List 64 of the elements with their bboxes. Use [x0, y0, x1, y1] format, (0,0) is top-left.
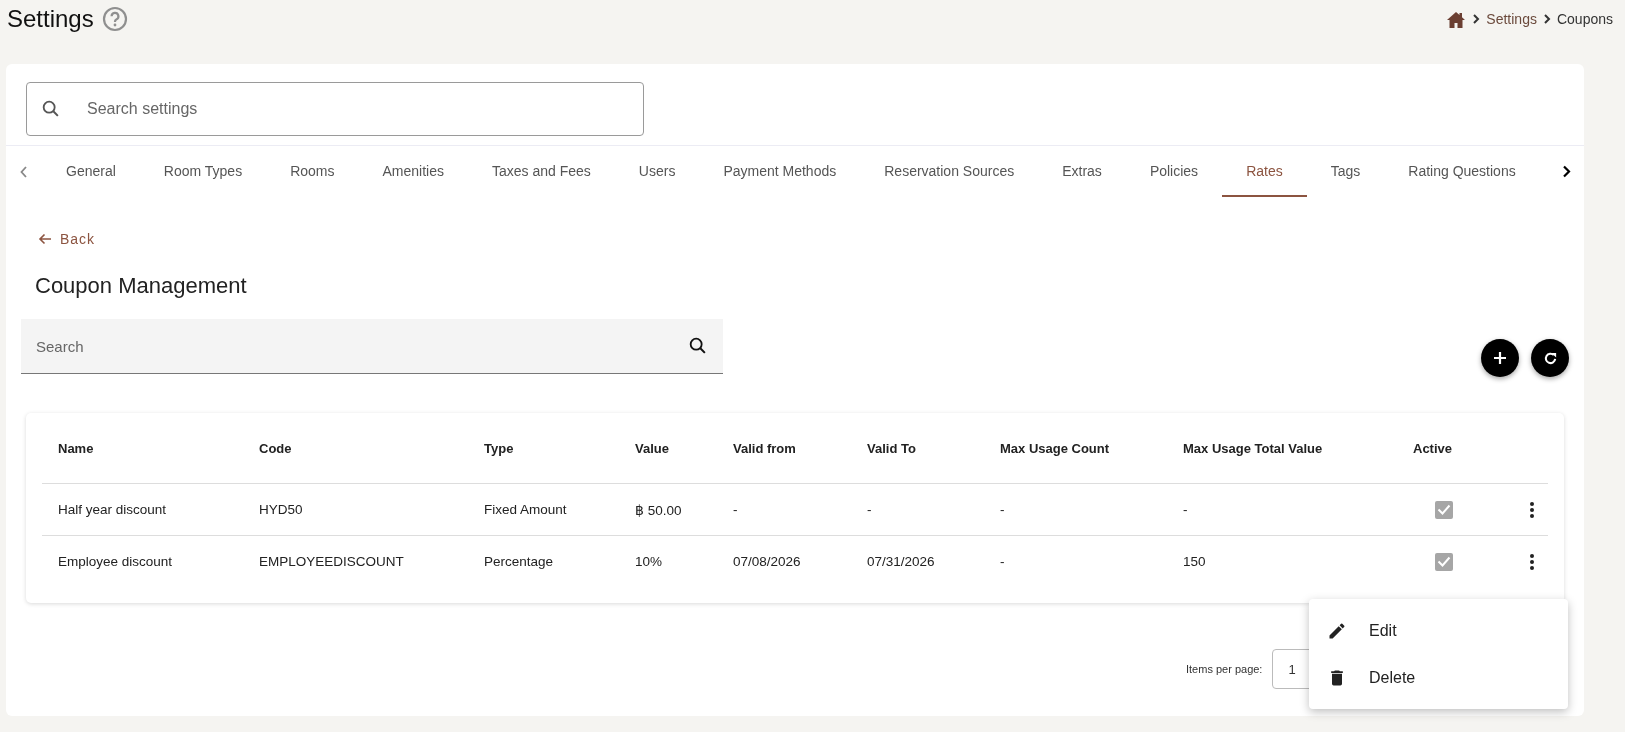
- table-cell-text: HYD50: [258, 502, 304, 517]
- settings-tab[interactable]: Rating Questions: [1384, 146, 1540, 197]
- settings-tab[interactable]: Payment Methods: [699, 146, 861, 197]
- column-header: Name: [57, 440, 95, 456]
- table-cell-text: -: [999, 502, 1006, 517]
- active-checkbox[interactable]: [1435, 552, 1453, 571]
- settings-tab[interactable]: Taxes and Fees: [468, 146, 615, 197]
- table-cell-text: Percentage: [483, 554, 555, 569]
- add-button[interactable]: [1481, 339, 1519, 377]
- settings-tab[interactable]: General: [42, 146, 140, 197]
- chevron-right-icon: [1542, 14, 1551, 24]
- table-cell-text: 07/08/2026: [732, 554, 802, 569]
- page-heading: Settings: [7, 5, 94, 33]
- plus-icon: [1493, 351, 1507, 365]
- chevron-right-icon[interactable]: [1561, 165, 1571, 178]
- column-header: Value: [634, 440, 670, 456]
- refresh-button[interactable]: [1531, 339, 1569, 377]
- more-vertical-icon: [1529, 552, 1535, 571]
- breadcrumb-link[interactable]: Settings: [1486, 11, 1537, 27]
- column-header: Code: [258, 440, 293, 456]
- menu-item[interactable]: Edit: [1309, 607, 1568, 654]
- table-cell-text: -: [999, 554, 1006, 569]
- back-link[interactable]: Back: [34, 227, 100, 251]
- coupon-search-field[interactable]: Search: [21, 319, 723, 374]
- table-cell-text: -: [866, 502, 873, 517]
- table-cell-text: Half year discount: [57, 502, 168, 517]
- chevron-right-icon: [1472, 14, 1481, 24]
- help-icon[interactable]: [101, 6, 128, 32]
- breadcrumb-current: Coupons: [1556, 11, 1613, 27]
- table-cell-text: 150: [1182, 554, 1207, 569]
- table-cell-text: 07/31/2026: [866, 554, 936, 569]
- settings-tab[interactable]: Extras: [1038, 146, 1126, 197]
- table-cell-text: ฿ 50.00: [634, 501, 683, 518]
- home-icon[interactable]: [1446, 10, 1467, 28]
- items-per-page-label: Items per page:: [1186, 663, 1263, 675]
- refresh-icon: [1542, 350, 1558, 366]
- settings-tab[interactable]: Rates: [1222, 146, 1307, 197]
- pencil-icon: [1327, 620, 1347, 641]
- column-header: Active: [1412, 440, 1454, 456]
- column-header: Type: [483, 440, 515, 456]
- table-cell-text: -: [1182, 502, 1189, 517]
- settings-tab[interactable]: Room Types: [139, 146, 267, 197]
- settings-tab[interactable]: Tags: [1306, 146, 1385, 197]
- settings-tab[interactable]: Rooms: [266, 146, 359, 197]
- settings-tab[interactable]: Policies: [1125, 146, 1223, 197]
- table-cell-text: -: [732, 502, 739, 517]
- column-header: Valid To: [866, 440, 917, 456]
- table-cell-text: Employee discount: [57, 554, 174, 569]
- column-header: Max Usage Count: [999, 440, 1111, 456]
- settings-search-field[interactable]: Search settings: [26, 82, 644, 136]
- arrow-left-icon: [38, 233, 52, 245]
- active-checkbox[interactable]: [1435, 500, 1453, 519]
- settings-tab[interactable]: Users: [614, 146, 700, 197]
- section-title: Coupon Management: [35, 273, 248, 299]
- table-cell-text: Fixed Amount: [483, 502, 568, 517]
- settings-tab[interactable]: Reservation Sources: [860, 146, 1039, 197]
- more-vertical-icon: [1529, 500, 1535, 519]
- table-cell-text: 10%: [634, 554, 664, 569]
- chevron-left-icon[interactable]: [20, 165, 28, 178]
- menu-item[interactable]: Delete: [1309, 654, 1568, 701]
- column-header: Max Usage Total Value: [1182, 440, 1324, 456]
- table-cell-text: EMPLOYEEDISCOUNT: [258, 554, 405, 569]
- settings-tab[interactable]: Amenities: [358, 146, 468, 197]
- column-header: Valid from: [732, 440, 797, 456]
